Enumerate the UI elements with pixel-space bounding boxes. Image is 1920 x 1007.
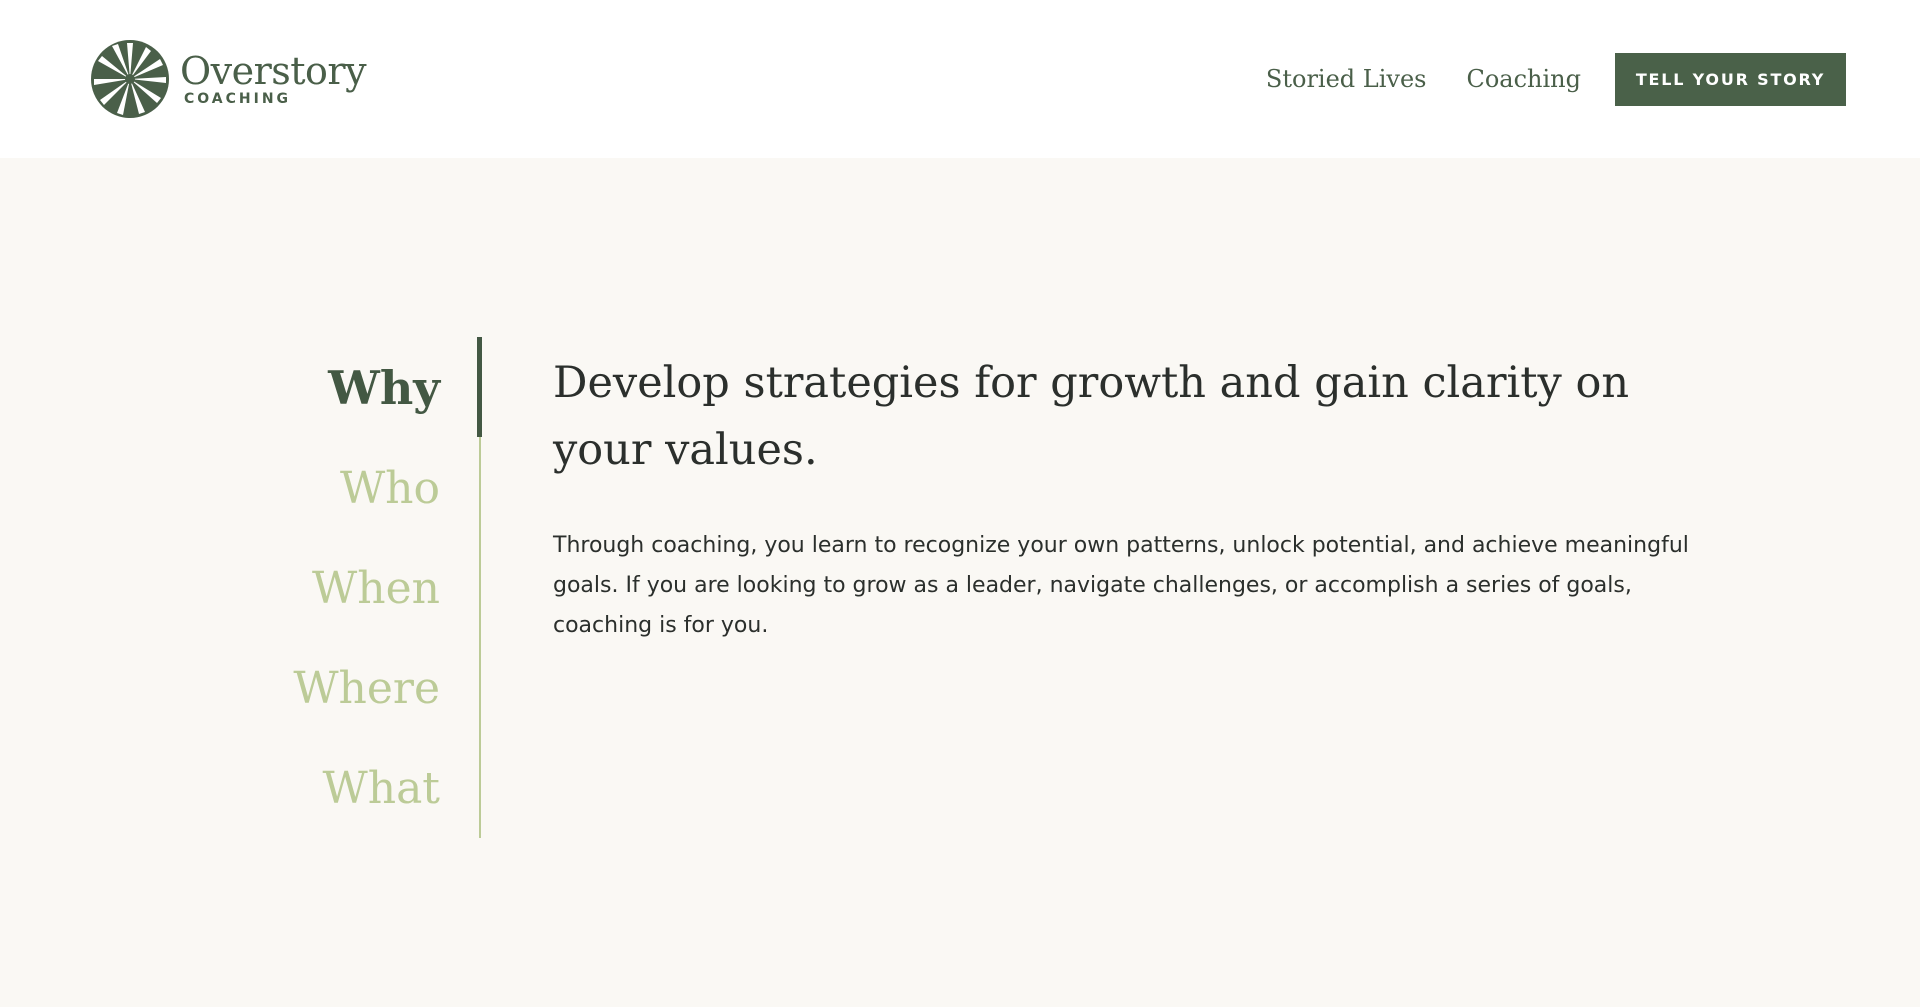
tab-who[interactable]: Who bbox=[250, 438, 440, 538]
nav-link-storied-lives[interactable]: Storied Lives bbox=[1266, 65, 1427, 93]
nav-link-coaching[interactable]: Coaching bbox=[1466, 65, 1581, 93]
tell-your-story-button[interactable]: TELL YOUR STORY bbox=[1615, 52, 1846, 106]
active-tab-indicator bbox=[477, 337, 482, 437]
tab-when[interactable]: When bbox=[250, 538, 440, 638]
panel-body-text: Through coaching, you learn to recognize… bbox=[553, 533, 1689, 638]
tab-panel: Develop strategies for growth and gain c… bbox=[553, 350, 1693, 646]
tab-what[interactable]: What bbox=[250, 738, 440, 838]
question-tabs: Why Who When Where What bbox=[250, 338, 440, 838]
brand-logo-link[interactable]: Overstory COACHING bbox=[90, 38, 367, 120]
tab-why[interactable]: Why bbox=[250, 338, 440, 438]
site-header: Overstory COACHING Storied Lives Coachin… bbox=[0, 0, 1920, 158]
brand-wordmark: Overstory COACHING bbox=[180, 49, 367, 107]
brand-name: Overstory bbox=[180, 49, 367, 93]
brand-subtitle: COACHING bbox=[184, 91, 292, 107]
panel-heading: Develop strategies for growth and gain c… bbox=[553, 358, 1630, 475]
tab-where[interactable]: Where bbox=[250, 638, 440, 738]
tree-canopy-icon bbox=[91, 40, 169, 118]
main-nav: Storied Lives Coaching TELL YOUR STORY bbox=[1266, 0, 1846, 158]
